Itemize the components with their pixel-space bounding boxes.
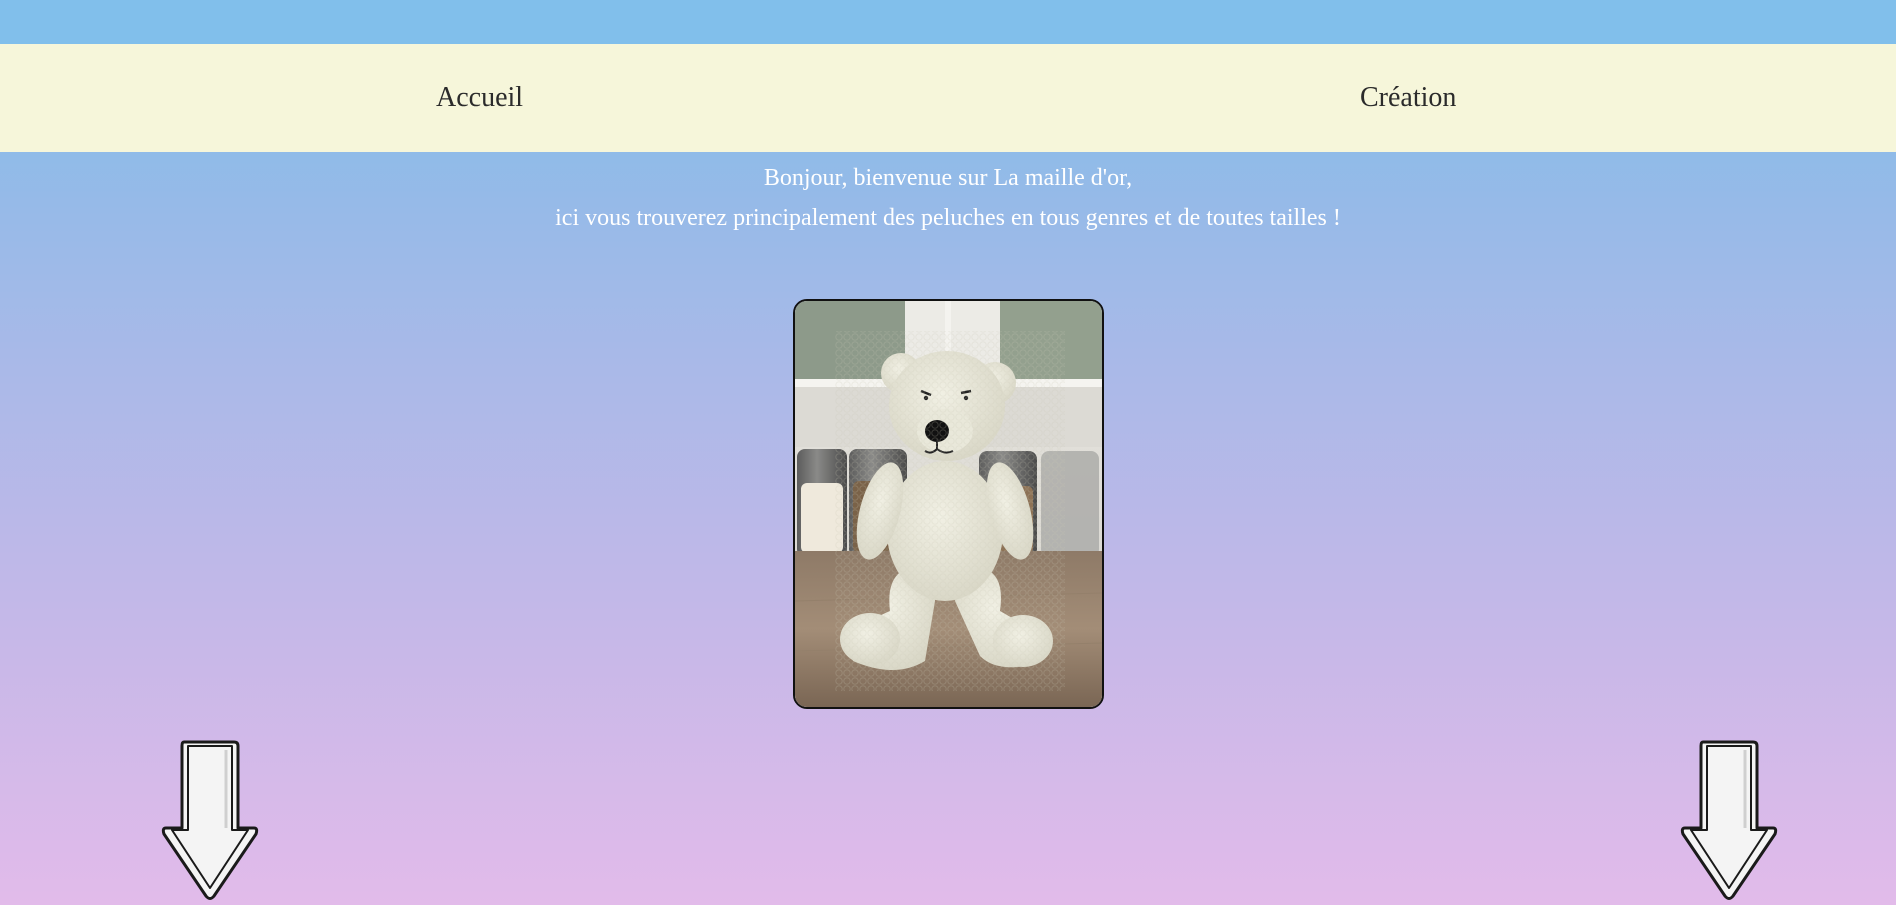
arrow-down-icon[interactable] xyxy=(1679,740,1779,902)
welcome-message: Bonjour, bienvenue sur La maille d'or, i… xyxy=(0,158,1896,238)
welcome-line-1: Bonjour, bienvenue sur La maille d'or, xyxy=(763,165,1133,191)
teddy-bear-image xyxy=(795,301,1102,707)
arrow-down-icon[interactable] xyxy=(160,740,260,902)
navigation-bar: Accueil Création xyxy=(0,44,1896,152)
teddy-bear-photo xyxy=(793,299,1104,709)
nav-link-accueil[interactable]: Accueil xyxy=(436,44,523,152)
nav-link-creation[interactable]: Création xyxy=(1360,44,1456,152)
welcome-line-2: ici vous trouverez principalement des pe… xyxy=(555,205,1341,231)
top-strip xyxy=(0,0,1896,44)
